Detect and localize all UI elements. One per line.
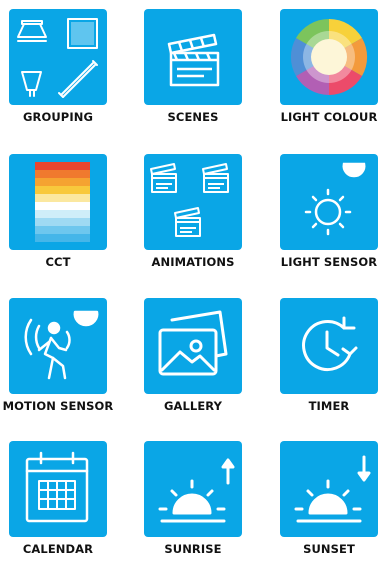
tile-cct-button[interactable] (9, 154, 107, 250)
tile-animations[interactable]: ANIMATIONS (144, 154, 242, 269)
tile-label: SCENES (167, 110, 219, 124)
tile-sunrise-button[interactable] (144, 441, 242, 537)
tile-label: SUNRISE (164, 542, 222, 556)
tile-timer-button[interactable] (280, 298, 378, 394)
clapperboard-icon (167, 33, 220, 87)
tile-label: GROUPING (23, 110, 93, 124)
timer-clock-icon (302, 316, 358, 371)
tile-label: GALLERY (163, 399, 223, 413)
tile-label: MOTION SENSOR (2, 399, 114, 413)
tile-sunset[interactable]: SUNSET (280, 441, 378, 556)
tile-label: LIGHT SENSOR (280, 255, 378, 269)
tile-grouping-button[interactable] (9, 9, 107, 105)
tile-gallery[interactable]: GALLERY (144, 298, 242, 413)
tile-sunset-button[interactable] (280, 441, 378, 537)
tile-light-colour[interactable]: LIGHT COLOUR (280, 9, 378, 124)
tile-label: CCT (45, 255, 71, 269)
color-temperature-icon (35, 162, 90, 242)
tile-label: CALENDAR (22, 542, 94, 556)
tile-label: TIMER (308, 399, 350, 413)
tile-calendar[interactable]: CALENDAR (9, 441, 107, 556)
tile-scenes-button[interactable] (144, 9, 242, 105)
tile-motion-sensor-button[interactable] (9, 298, 107, 394)
tile-calendar-button[interactable] (9, 441, 107, 537)
gallery-icon (158, 310, 228, 376)
tile-light-sensor[interactable]: LIGHT SENSOR (280, 154, 378, 269)
calendar-icon (25, 451, 89, 523)
tile-gallery-button[interactable] (144, 298, 242, 394)
tile-light-sensor-button[interactable] (280, 154, 378, 250)
tile-timer[interactable]: TIMER (280, 298, 378, 413)
clapperboards-icon (150, 163, 229, 237)
grouping-icon (17, 18, 98, 98)
tile-label: SUNSET (303, 542, 355, 556)
tile-motion-sensor[interactable]: MOTION SENSOR (3, 298, 113, 413)
tile-grouping[interactable]: GROUPING (9, 9, 107, 124)
tile-sunrise[interactable]: SUNRISE (144, 441, 242, 556)
sunset-icon (294, 455, 371, 523)
tile-scenes[interactable]: SCENES (144, 9, 242, 124)
color-wheel-icon (290, 18, 368, 96)
motion-sensor-icon (24, 310, 99, 380)
tile-label: LIGHT COLOUR (280, 110, 378, 124)
tile-animations-button[interactable] (144, 154, 242, 250)
sun-sensor-icon (304, 162, 366, 236)
tile-light-colour-button[interactable] (280, 9, 378, 105)
sunrise-icon (158, 458, 235, 523)
tile-label: ANIMATIONS (151, 255, 235, 269)
tile-cct[interactable]: CCT (9, 154, 107, 269)
